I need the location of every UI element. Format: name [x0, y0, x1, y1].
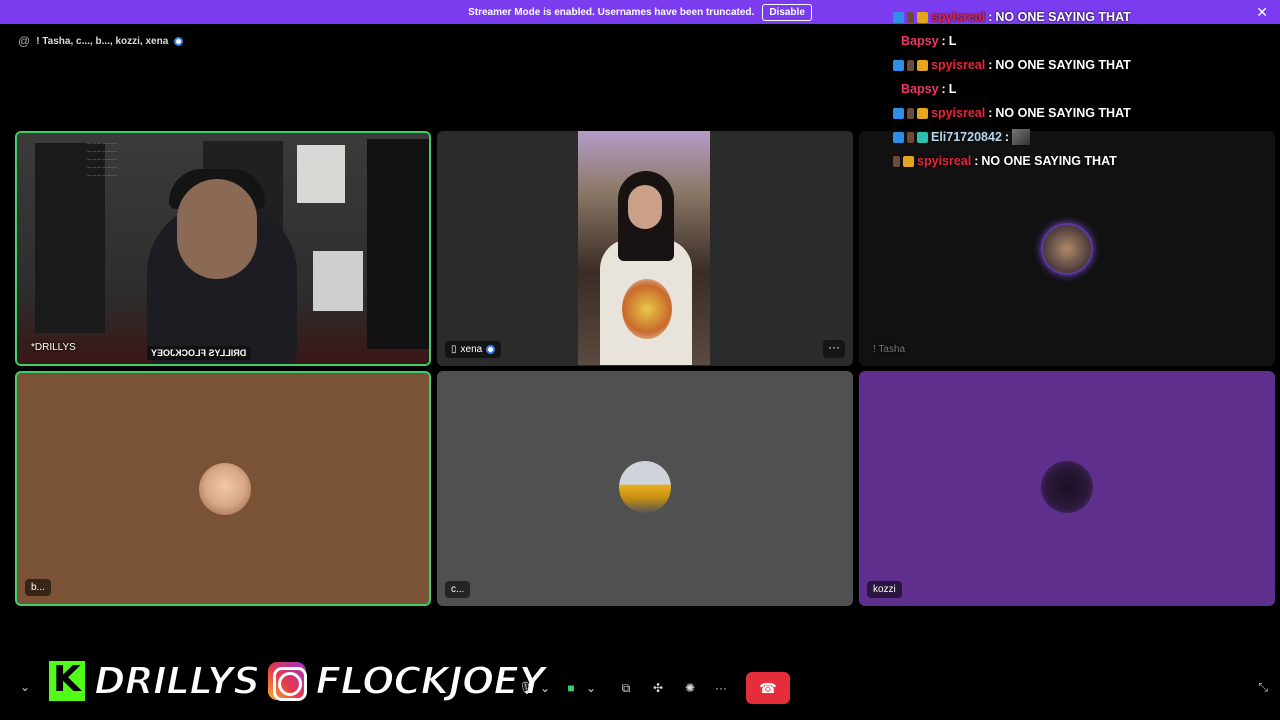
badge-icon [907, 11, 914, 23]
participant-name: xena [460, 344, 483, 355]
crown-badge-icon [903, 155, 914, 167]
participant-avatar [199, 463, 251, 515]
soundboard-button[interactable]: ✺ [680, 676, 700, 700]
chat-message: Eli71720842 : [893, 125, 1193, 149]
chat-message: Bapsy : L [901, 82, 957, 96]
camera-button[interactable]: ■ [562, 676, 580, 700]
chat-username: spyisreal [917, 154, 972, 168]
chat-message: spyisreal : NO ONE SAYING THAT [893, 53, 1193, 77]
chat-message: spyisreal : NO ONE SAYING THAT [893, 5, 1193, 29]
chat-username: spyisreal [931, 58, 986, 72]
channel-header: @ ! Tasha, c..., b..., kozzi, xena [18, 34, 184, 48]
microphone-button[interactable]: 🎙 [518, 676, 534, 700]
badge-icon [917, 131, 928, 143]
tile-label: ! Tasha [867, 341, 911, 358]
stream-chat-overlay: spyisreal : NO ONE SAYING THAT Bapsy : L… [893, 5, 1193, 173]
chat-text: NO ONE SAYING THAT [995, 58, 1131, 72]
badge-icon [893, 107, 904, 119]
participant-name: *DRILLYS [31, 342, 76, 353]
brand-name-flockjoey: FLOCKJOEY [314, 658, 546, 704]
brand-name-drillys: DRILLYS [93, 658, 261, 704]
mirrored-social-overlay: DRILLYS FLOCKJOEY [147, 346, 251, 360]
video-tile-c[interactable]: c... [437, 371, 853, 606]
badge-icon [907, 59, 914, 71]
chat-message: Bapsy : L [901, 34, 957, 48]
crown-badge-icon [917, 107, 928, 119]
badge-icon [893, 155, 900, 167]
badge-icon [907, 107, 914, 119]
mobile-device-icon: ▯ [451, 344, 457, 355]
chat-message: spyisreal : NO ONE SAYING THAT [893, 149, 1193, 173]
chat-text: NO ONE SAYING THAT [981, 154, 1117, 168]
chat-username: Eli71720842 [931, 130, 1002, 144]
participant-video [578, 131, 710, 365]
tile-label: b... [25, 579, 51, 596]
disconnect-button[interactable]: ☎ [746, 672, 790, 704]
video-tile-b[interactable]: b... [15, 371, 431, 606]
chevron-down-icon[interactable]: ⌄ [20, 680, 30, 694]
video-tile-drillys[interactable]: — — — — — — — — — — — — — — — — — — — — — —… [15, 131, 431, 366]
tile-label: kozzi [867, 581, 902, 598]
chat-username: spyisreal [931, 106, 986, 120]
hang-up-icon: ☎ [759, 679, 777, 696]
verified-badge-icon [174, 36, 184, 46]
participant-avatar [1041, 223, 1093, 275]
participant-name: ! Tasha [873, 344, 906, 355]
chat-username: spyisreal [931, 10, 986, 24]
at-icon: @ [18, 34, 31, 48]
kick-logo-icon: K [46, 658, 88, 704]
chat-username: Bapsy [901, 34, 939, 48]
participant-name: kozzi [873, 584, 896, 595]
chat-text: L [948, 82, 957, 96]
disable-streamer-mode-button[interactable]: Disable [762, 3, 812, 21]
camera-options-chevron-icon[interactable]: ⌄ [584, 676, 598, 700]
more-controls-button[interactable]: ··· [710, 676, 732, 700]
badge-icon [893, 11, 904, 23]
more-options-button[interactable]: ··· [823, 340, 845, 358]
video-tile-xena[interactable]: ▯ xena ··· [437, 131, 853, 366]
participant-avatar [619, 461, 671, 513]
chat-username: Bapsy [901, 82, 939, 96]
emote-image [1012, 129, 1031, 145]
crown-badge-icon [917, 59, 928, 71]
social-branding-overlay: K DRILLYS FLOCKJOEY [46, 658, 547, 704]
video-tile-kozzi[interactable]: kozzi [859, 371, 1275, 606]
tile-label: ▯ xena [445, 341, 502, 358]
badge-icon [893, 59, 904, 71]
crown-badge-icon [917, 11, 928, 23]
participant-name: c... [451, 584, 465, 595]
close-icon[interactable]: ✕ [1256, 4, 1268, 21]
badge-icon [907, 131, 914, 143]
chat-text: NO ONE SAYING THAT [995, 106, 1131, 120]
badge-icon [893, 131, 904, 143]
chat-text: L [948, 34, 957, 48]
participant-name: b... [31, 582, 45, 593]
webcam-video: — — — — — — — — — — — — — — — — — — — — — —… [17, 133, 429, 364]
participant-avatar [1041, 461, 1093, 513]
screenshare-button[interactable]: ⧉ [616, 676, 636, 700]
instagram-logo-icon [265, 659, 310, 703]
verified-badge-icon [486, 345, 496, 354]
streamer-mode-text: Streamer Mode is enabled. Usernames have… [468, 6, 755, 18]
chat-message: spyisreal : NO ONE SAYING THAT [893, 101, 1193, 125]
tile-label: c... [445, 581, 471, 598]
channel-members: ! Tasha, c..., b..., kozzi, xena [36, 35, 169, 47]
activities-button[interactable]: ✣ [648, 676, 668, 700]
mic-options-chevron-icon[interactable]: ⌄ [538, 676, 552, 700]
tile-label: *DRILLYS [25, 339, 82, 356]
fullscreen-icon[interactable]: ⤡ [1258, 680, 1268, 695]
chat-text: NO ONE SAYING THAT [995, 10, 1131, 24]
